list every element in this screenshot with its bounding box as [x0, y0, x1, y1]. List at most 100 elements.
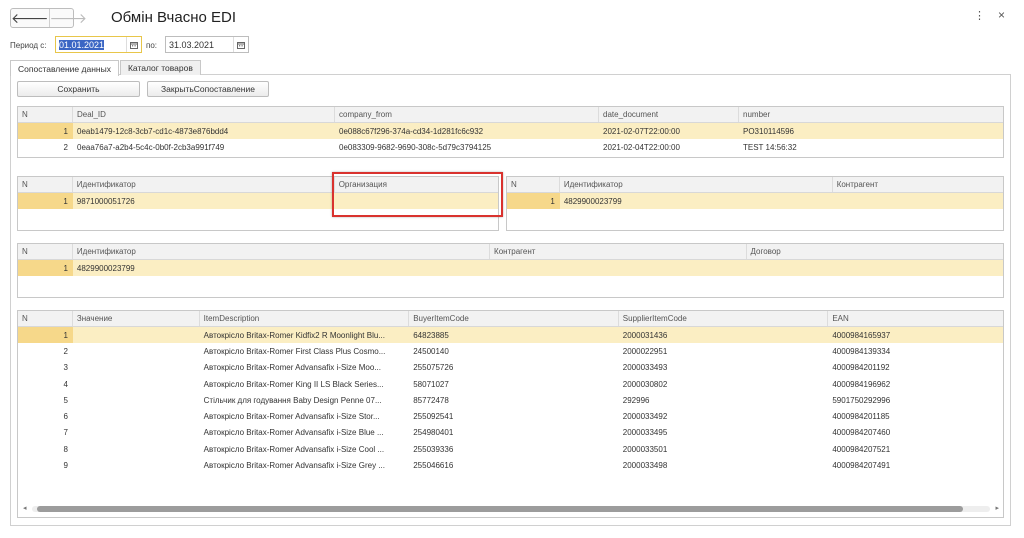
calendar-icon[interactable]	[233, 37, 248, 52]
cell: 4000984201192	[832, 363, 890, 373]
forward-arrow-icon[interactable]: 🡒	[48, 9, 87, 27]
cell: 2000033493	[622, 363, 668, 373]
contracts-header: N Идентификатор Контрагент Договор	[18, 244, 1003, 260]
cell: 2000033501	[622, 444, 668, 454]
column-header[interactable]: N	[507, 177, 560, 192]
table-row[interactable]: 2 Автокрісло Britax-Romer First Class Plu…	[18, 343, 1003, 359]
cell: Автокрісло Britax-Romer King II LS Black…	[203, 379, 384, 389]
cell: 4000984207521	[832, 444, 891, 454]
calendar-icon[interactable]	[126, 37, 141, 52]
column-header[interactable]: Deal_ID	[73, 107, 335, 122]
back-arrow-icon[interactable]: 🡐	[11, 9, 49, 27]
cell: 255046616	[413, 461, 454, 471]
cell	[73, 327, 200, 343]
deals-table: N Deal_ID company_from date_document num…	[17, 106, 1004, 158]
cell: 1	[507, 193, 560, 210]
column-header[interactable]: Идентификатор	[73, 244, 491, 259]
column-header[interactable]: Идентификатор	[73, 177, 335, 192]
column-header[interactable]: EAN	[828, 311, 1003, 326]
column-header[interactable]: Контрагент	[490, 244, 747, 259]
cell	[73, 408, 200, 424]
tab-data-matching[interactable]: Сопоставление данных	[10, 60, 119, 76]
cell	[73, 441, 200, 457]
cell: 4829900023799	[76, 263, 135, 273]
column-header[interactable]: Значение	[73, 311, 200, 326]
period-to-label: по:	[146, 41, 158, 50]
cell: 2000033498	[622, 461, 668, 471]
cell: 2021-02-07T22:00:00	[603, 126, 680, 136]
cell: 2	[63, 142, 68, 152]
cell	[833, 193, 1003, 209]
cell: Автокрісло Britax-Romer Advansafix i-Siz…	[203, 444, 385, 454]
column-header[interactable]: Контрагент	[833, 177, 1003, 192]
period-to-value: 31.03.2021	[169, 39, 215, 50]
table-row[interactable]: 1 4829900023799	[507, 193, 1003, 210]
period-to-field[interactable]: 31.03.2021	[165, 36, 249, 53]
cell: 7	[63, 428, 68, 438]
table-row[interactable]: 3 Автокрісло Britax-Romer Advansafix i-Si…	[18, 360, 1003, 376]
cell: 1	[18, 123, 73, 140]
cell: Стільчик для годування Baby Design Penne…	[203, 395, 382, 405]
cell	[73, 425, 200, 441]
deals-header: N Deal_ID company_from date_document num…	[18, 107, 1003, 123]
period-from-field[interactable]: 01.01.2021	[55, 36, 142, 53]
table-row[interactable]: 2 0eaa76a7-a2b4-5c4c-0b0f-2cb3a991f749 0…	[18, 139, 1003, 155]
period-from-value: 01.01.2021	[59, 39, 105, 50]
close-matching-button[interactable]: ЗакрытьСопоставление	[147, 81, 269, 97]
cell: 2000033492	[622, 412, 668, 422]
cell	[490, 260, 746, 276]
cell: 64823885	[413, 330, 449, 340]
table-row[interactable]: 1 4829900023799	[18, 260, 1003, 277]
table-row[interactable]: 1 0eab1479-12c8-3cb7-cd1c-4873e876bdd4 0…	[18, 123, 1003, 140]
tab-product-catalog[interactable]: Каталог товаров	[119, 60, 201, 75]
cell	[73, 360, 200, 376]
table-row[interactable]: 8 Автокрісло Britax-Romer Advansafix i-Si…	[18, 441, 1003, 457]
table-row[interactable]: 1 Автокрісло Britax-Romer Kidfix2 R Moonl…	[18, 327, 1003, 344]
cell: Автокрісло Britax-Romer Advansafix i-Siz…	[203, 461, 385, 471]
column-header[interactable]: date_document	[599, 107, 739, 122]
column-header[interactable]: N	[18, 311, 73, 326]
cell: 6	[63, 412, 68, 422]
column-header[interactable]: BuyerItemCode	[409, 311, 619, 326]
more-menu-icon[interactable]: ⋮	[974, 9, 985, 22]
table-row[interactable]: 5 Стільчик для годування Baby Design Penn…	[18, 392, 1003, 408]
cell: 58071027	[413, 379, 449, 389]
column-header[interactable]: N	[18, 107, 73, 122]
cell: 4000984207460	[832, 428, 891, 438]
column-header[interactable]: N	[18, 177, 73, 192]
table-row[interactable]: 7 Автокрісло Britax-Romer Advansafix i-Si…	[18, 425, 1003, 441]
save-button[interactable]: Сохранить	[17, 81, 140, 97]
cell: 255075726	[413, 363, 454, 373]
cell: TEST 14:56:32	[743, 142, 797, 152]
cell: 0e083309-9682-9690-308c-5d79c3794125	[339, 142, 492, 152]
cell: 4000984201185	[832, 412, 890, 422]
cell: 0eab1479-12c8-3cb7-cd1c-4873e876bdd4	[77, 126, 229, 136]
counterparty-table: N Идентификатор Контрагент 1 48299000237…	[506, 176, 1004, 231]
table-row[interactable]: 6 Автокрісло Britax-Romer Advansafix i-Si…	[18, 408, 1003, 424]
cell: 2000031436	[622, 330, 668, 340]
column-header[interactable]: ItemDescription	[200, 311, 410, 326]
cell: Автокрісло Britax-Romer Kidfix2 R Moonli…	[203, 330, 385, 340]
column-header[interactable]: Идентификатор	[560, 177, 833, 192]
column-header[interactable]: SupplierItemCode	[619, 311, 829, 326]
cell: 4829900023799	[563, 196, 622, 206]
cell: 3	[63, 363, 68, 373]
scroll-right-icon[interactable]: ▸	[995, 504, 999, 512]
table-row[interactable]: 9 Автокрісло Britax-Romer Advansafix i-Si…	[18, 457, 1003, 473]
column-header[interactable]: number	[739, 107, 1003, 122]
column-header[interactable]: Договор	[747, 244, 1003, 259]
table-row[interactable]: 4 Автокрісло Britax-Romer King II LS Blac…	[18, 376, 1003, 392]
cell: 1	[18, 327, 73, 344]
cell: 255092541	[413, 412, 454, 422]
cell: 5901750292996	[832, 395, 891, 405]
horizontal-scrollbar[interactable]: ◂ ▸	[20, 504, 1002, 514]
scroll-thumb[interactable]	[37, 506, 963, 512]
scroll-left-icon[interactable]: ◂	[23, 504, 27, 512]
close-icon[interactable]: ×	[998, 8, 1005, 22]
cell	[73, 457, 200, 473]
cell: 4000984207491	[832, 461, 891, 471]
column-header[interactable]: N	[18, 244, 73, 259]
period-from-label: Период с:	[10, 41, 47, 50]
cell: 4000984165937	[832, 330, 891, 340]
column-header[interactable]: company_from	[335, 107, 599, 122]
